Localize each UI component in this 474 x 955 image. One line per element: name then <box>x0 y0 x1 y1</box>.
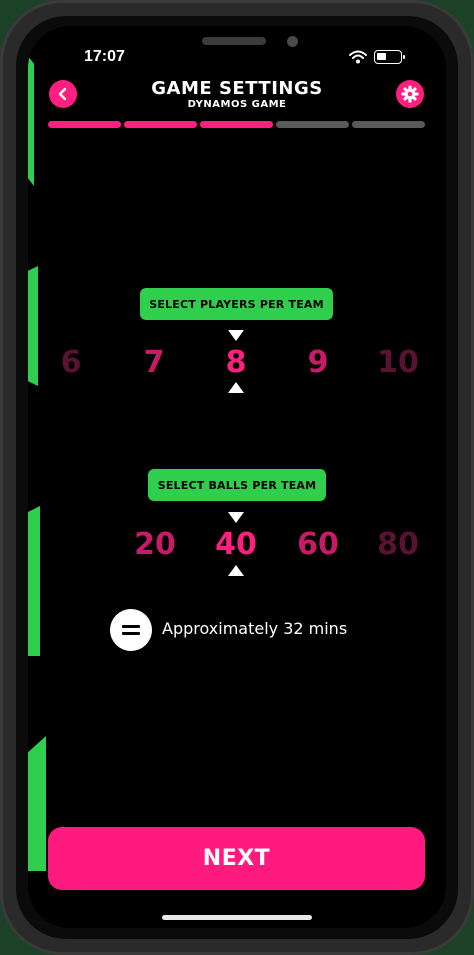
side-accent <box>28 506 40 656</box>
battery-icon <box>374 50 405 64</box>
wifi-icon <box>349 50 367 64</box>
balls-option[interactable]: 80 <box>358 527 438 562</box>
home-indicator[interactable] <box>162 915 312 920</box>
progress-step <box>276 121 349 128</box>
progress-step <box>48 121 121 128</box>
duration-estimate: Approximately 32 mins <box>162 619 348 638</box>
balls-increase-arrow-icon[interactable] <box>228 565 244 576</box>
balls-option[interactable]: 20 <box>115 527 195 562</box>
progress-step <box>200 121 273 128</box>
side-accent <box>28 56 34 186</box>
balls-per-team-label: SELECT BALLS PER TEAM <box>148 469 326 501</box>
settings-button[interactable] <box>396 80 424 108</box>
earpiece-speaker <box>202 37 266 45</box>
step-progress-bar <box>48 121 425 128</box>
equals-icon <box>110 609 152 651</box>
gear-icon <box>401 85 419 103</box>
equals-glyph <box>122 625 140 635</box>
balls-option[interactable]: 60 <box>278 527 358 562</box>
balls-decrease-arrow-icon[interactable] <box>228 512 244 523</box>
players-option-selected[interactable]: 8 <box>196 345 276 380</box>
balls-option-selected[interactable]: 40 <box>196 527 276 562</box>
players-increase-arrow-icon[interactable] <box>228 382 244 393</box>
players-per-team-label: SELECT PLAYERS PER TEAM <box>140 288 333 320</box>
players-option[interactable]: 6 <box>31 345 111 380</box>
players-option[interactable]: 10 <box>358 345 438 380</box>
players-option[interactable]: 9 <box>278 345 358 380</box>
players-decrease-arrow-icon[interactable] <box>228 330 244 341</box>
next-button[interactable]: NEXT <box>48 827 425 890</box>
progress-step <box>124 121 197 128</box>
side-accent <box>28 736 46 871</box>
players-option[interactable]: 7 <box>114 345 194 380</box>
front-camera <box>287 36 298 47</box>
status-time: 17:07 <box>84 48 125 65</box>
status-icons <box>349 50 405 64</box>
progress-step <box>352 121 425 128</box>
